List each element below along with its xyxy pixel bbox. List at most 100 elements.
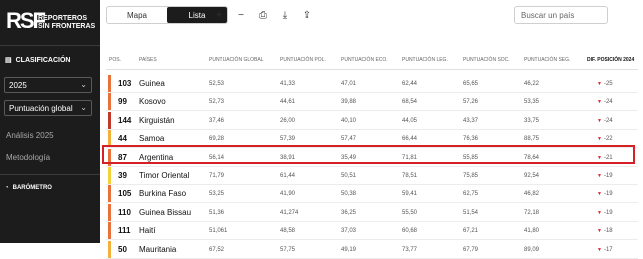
year-select[interactable]: 2025 ⌄ (4, 77, 92, 93)
position-change-cell: ▼ -17 (597, 247, 613, 253)
zoom-out-icon[interactable]: − (231, 6, 251, 24)
header-seg[interactable]: PUNTUACIÓN SEG. (524, 57, 570, 63)
header-dif[interactable]: DIF. POSICIÓN 2024 (587, 57, 634, 63)
position-cell: 44 (118, 134, 127, 144)
global-score-cell: 52,73 (209, 99, 225, 106)
global-score-cell: 51,061 (209, 228, 228, 235)
header-pos[interactable]: POS. (109, 57, 121, 63)
seg-score-cell: 72,18 (524, 209, 540, 216)
sidebar: RSF REPORTEROS SIN FRONTERAS ▤ CLASIFICA… (0, 0, 100, 243)
eco-score-cell: 49,19 (341, 246, 357, 253)
table-row[interactable]: 50 Mauritania 67,52 57,75 49,19 73,77 67,79 89,… (100, 240, 643, 259)
pol-score-cell: 41,274 (280, 209, 299, 216)
print-icon[interactable]: ⎙ (253, 6, 273, 24)
country-cell[interactable]: Timor Oriental (139, 171, 189, 180)
nav-barometer[interactable]: ◔ BARÓMETRO (5, 185, 52, 191)
position-cell: 111 (118, 226, 131, 236)
nav-classification[interactable]: ▤ CLASIFICACIÓN (5, 56, 70, 65)
zoom-in-icon[interactable]: + (209, 6, 229, 24)
position-change-value: -17 (603, 246, 613, 253)
country-cell[interactable]: Haití (139, 226, 155, 235)
table-row[interactable]: 39 Timor Oriental 71,79 61,44 50,51 78,51 75,8… (100, 167, 643, 185)
country-cell[interactable]: Kirguistán (139, 116, 175, 125)
rsf-logo[interactable]: RSF REPORTEROS SIN FRONTERAS (6, 8, 96, 38)
country-cell[interactable]: Kosovo (139, 97, 166, 106)
pol-score-cell: 26,00 (280, 117, 296, 124)
bar-chart-icon: ▤ (5, 57, 12, 64)
down-arrow-icon: ▼ (597, 228, 602, 235)
soc-score-cell: 57,26 (463, 99, 479, 106)
table-row[interactable]: 105 Burkina Faso 53,25 41,90 50,38 59,41 62,75… (100, 185, 643, 204)
leg-score-cell: 62,44 (402, 81, 418, 87)
pol-score-cell: 48,58 (280, 228, 296, 235)
pol-score-cell: 41,33 (280, 81, 296, 87)
logo-text: REPORTEROS SIN FRONTERAS (38, 15, 95, 31)
leg-score-cell: 59,41 (402, 191, 418, 198)
global-score-cell: 52,53 (209, 81, 225, 87)
pol-score-cell: 57,39 (280, 136, 296, 143)
position-change-value: -19 (603, 209, 613, 216)
global-score-cell: 37,46 (209, 117, 225, 124)
position-cell: 105 (118, 189, 132, 199)
seg-score-cell: 41,80 (524, 228, 540, 235)
leg-score-cell: 68,54 (402, 99, 418, 106)
down-arrow-icon: ▼ (597, 99, 602, 106)
header-eco[interactable]: PUNTUACIÓN ECO. (341, 57, 388, 63)
position-cell: 99 (118, 97, 127, 107)
link-analysis[interactable]: Análisis 2025 (6, 131, 54, 140)
metric-select[interactable]: Puntuación global ⌄ (4, 100, 92, 116)
header-soc[interactable]: PUNTUACIÓN SOC. (463, 57, 510, 63)
header-pol[interactable]: PUNTUACIÓN POL. (280, 57, 326, 63)
leg-score-cell: 60,68 (402, 228, 418, 235)
country-cell[interactable]: Guinea (139, 79, 165, 88)
table-row[interactable]: 99 Kosovo 52,73 44,61 39,88 68,54 57,26 53,35 ▼ -… (100, 93, 643, 112)
barometer-label: BARÓMETRO (12, 185, 52, 191)
global-score-cell: 71,79 (209, 173, 225, 179)
download-icon[interactable]: ⤓ (275, 6, 295, 24)
pol-score-cell: 61,44 (280, 173, 296, 179)
header-global[interactable]: PUNTUACIÓN GLOBAL (209, 57, 263, 63)
position-cell: 110 (118, 207, 131, 217)
year-value: 2025 (9, 81, 27, 90)
position-change-value: -18 (603, 228, 613, 235)
table-row[interactable]: 144 Kirguistán 37,46 26,00 40,10 44,05 43,37 33… (100, 111, 643, 130)
country-cell[interactable]: Mauritania (139, 245, 176, 254)
table-row[interactable]: 110 Guinea Bissau 51,36 41,274 36,25 55,50 51,… (100, 203, 643, 222)
down-arrow-icon: ▼ (597, 136, 602, 143)
clock-icon: ◔ (5, 185, 9, 191)
score-color-bar (108, 167, 111, 185)
eco-score-cell: 40,10 (341, 117, 357, 124)
metric-value: Puntuación global (9, 104, 73, 113)
down-arrow-icon: ▼ (597, 191, 602, 198)
eco-score-cell: 39,88 (341, 99, 357, 106)
down-arrow-icon: ▼ (597, 246, 602, 253)
country-cell[interactable]: Guinea Bissau (139, 208, 191, 217)
table-row[interactable]: 111 Haití 51,061 48,58 37,03 60,68 67,21 41,80 ▼… (100, 222, 643, 241)
share-icon[interactable]: ⇪ (297, 6, 317, 24)
position-change-cell: ▼ -19 (597, 173, 613, 179)
score-color-bar (108, 75, 111, 93)
global-score-cell: 67,52 (209, 246, 225, 253)
country-cell[interactable]: Samoa (139, 134, 164, 143)
search-input[interactable]: Buscar un país (514, 6, 608, 24)
global-score-cell: 53,25 (209, 191, 225, 198)
header-country[interactable]: PAÍSES (139, 57, 157, 63)
seg-score-cell: 53,35 (524, 99, 540, 106)
down-arrow-icon: ▼ (597, 81, 602, 87)
leg-score-cell: 78,51 (402, 173, 418, 179)
table-row[interactable]: 103 Guinea 52,53 41,33 47,01 62,44 65,65 46,22 ▼… (100, 75, 643, 93)
country-cell[interactable]: Burkina Faso (139, 189, 186, 198)
header-leg[interactable]: PUNTUACIÓN LEG. (402, 57, 448, 63)
eco-score-cell: 57,47 (341, 136, 357, 143)
position-change-cell: ▼ -24 (597, 118, 613, 124)
tab-map[interactable]: Mapa (107, 7, 167, 23)
position-cell: 103 (118, 79, 132, 88)
table-header: POS. PAÍSES PUNTUACIÓN GLOBAL PUNTUACIÓN… (100, 53, 643, 69)
link-methodology[interactable]: Metodología (6, 153, 50, 162)
position-change-value: -24 (603, 99, 613, 106)
soc-score-cell: 76,36 (463, 136, 479, 143)
score-color-bar (108, 240, 111, 259)
position-change-cell: ▼ -19 (597, 210, 613, 216)
leg-score-cell: 55,50 (402, 209, 418, 216)
down-arrow-icon: ▼ (597, 209, 602, 216)
